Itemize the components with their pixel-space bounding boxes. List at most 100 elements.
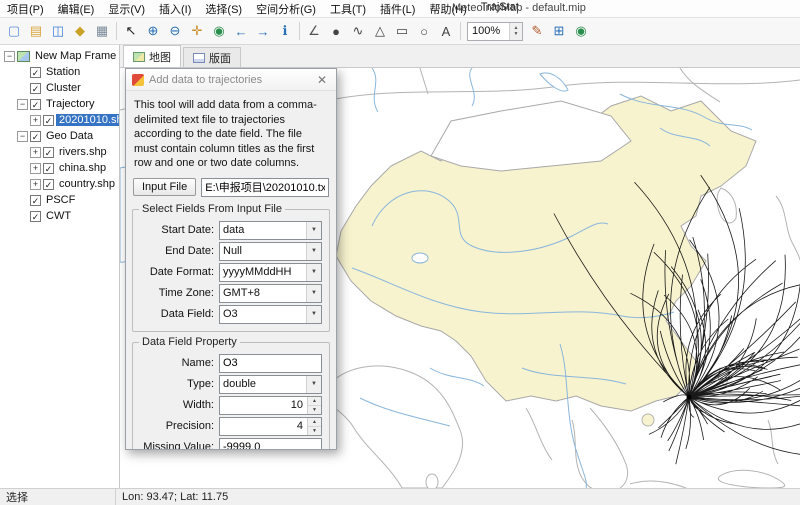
spin-down-icon[interactable]: ▼: [308, 406, 321, 414]
menu-bar: 项目(P)编辑(E)显示(V)插入(I)选择(S)空间分析(G)工具(T)插件(…: [0, 0, 800, 18]
field-label: Data Field:: [140, 308, 214, 320]
chevron-down-icon[interactable]: ▼: [306, 243, 321, 260]
precision-spinner[interactable]: 4▲▼: [219, 417, 322, 436]
zoom-in-icon[interactable]: ⊕: [142, 20, 164, 42]
chevron-down-icon[interactable]: ▼: [306, 306, 321, 323]
layer-checkbox[interactable]: ✓: [30, 99, 41, 110]
time-zone-select[interactable]: GMT+8▼: [219, 284, 322, 303]
tab-map[interactable]: 地图: [123, 45, 181, 67]
tree-item-station[interactable]: ✓Station: [0, 64, 119, 80]
attribute-table-icon[interactable]: ⊞: [548, 20, 570, 42]
globe-icon[interactable]: ◉: [570, 20, 592, 42]
full-extent-icon[interactable]: ◉: [208, 20, 230, 42]
pan-icon[interactable]: ✛: [186, 20, 208, 42]
tab-layout[interactable]: 版面: [183, 47, 241, 67]
tree-item-pscf[interactable]: ✓PSCF: [0, 192, 119, 208]
layer-label: Geo Data: [43, 130, 96, 142]
layer-checkbox[interactable]: ✓: [43, 115, 54, 126]
map-view[interactable]: Add data to trajectories ✕ This tool wil…: [120, 68, 800, 488]
tree-item-rivers-shp[interactable]: +✓rivers.shp: [0, 144, 119, 160]
expand-icon[interactable]: +: [30, 147, 41, 158]
tree-item-country-shp[interactable]: +✓country.shp: [0, 176, 119, 192]
menu-l[interactable]: 插件(L): [373, 1, 422, 17]
collapse-icon[interactable]: −: [4, 51, 15, 62]
layer-checkbox[interactable]: ✓: [30, 83, 41, 94]
layer-checkbox[interactable]: ✓: [43, 147, 54, 158]
add-layer-icon[interactable]: ◆: [69, 20, 91, 42]
field-label: Name:: [140, 357, 214, 369]
identify-icon[interactable]: ℹ: [274, 20, 296, 42]
tree-item-geo-data[interactable]: −✓Geo Data: [0, 128, 119, 144]
zoom-out-icon[interactable]: ⊖: [164, 20, 186, 42]
input-file-field[interactable]: [201, 178, 329, 197]
type-select[interactable]: double▼: [219, 375, 322, 394]
layer-label: 20201010.shp: [56, 114, 120, 126]
layer-checkbox[interactable]: ✓: [30, 195, 41, 206]
layer-checkbox[interactable]: ✓: [43, 163, 54, 174]
spin-down-icon[interactable]: ▼: [308, 427, 321, 435]
select-icon[interactable]: ↖: [120, 20, 142, 42]
add-data-dialog: Add data to trajectories ✕ This tool wil…: [125, 68, 337, 450]
remove-layer-icon[interactable]: ▦: [91, 20, 113, 42]
save-icon[interactable]: ◫: [47, 20, 69, 42]
polyline-tool-icon[interactable]: ∿: [347, 20, 369, 42]
expand-icon[interactable]: +: [30, 115, 41, 126]
chevron-down-icon[interactable]: ▼: [306, 264, 321, 281]
fields-group-title: Select Fields From Input File: [139, 203, 285, 215]
tree-root-map-frame[interactable]: −New Map Frame: [0, 48, 119, 64]
layer-checkbox[interactable]: ✓: [43, 179, 54, 190]
expand-icon[interactable]: +: [30, 179, 41, 190]
point-tool-icon[interactable]: ●: [325, 20, 347, 42]
close-icon[interactable]: ✕: [314, 73, 330, 87]
ellipse-tool-icon[interactable]: ○: [413, 20, 435, 42]
spin-up-icon[interactable]: ▲: [308, 418, 321, 427]
spin-up-icon[interactable]: ▲: [308, 397, 321, 406]
menu-s[interactable]: 选择(S): [198, 1, 249, 17]
open-folder-icon[interactable]: ▤: [25, 20, 47, 42]
tree-item-20201010-shp[interactable]: +✓20201010.shp: [0, 112, 119, 128]
end-date-select[interactable]: Null▼: [219, 242, 322, 261]
collapse-icon[interactable]: −: [17, 131, 28, 142]
menu-t[interactable]: 工具(T): [323, 1, 373, 17]
combo-value: O3: [220, 306, 306, 323]
edit-pencil-icon[interactable]: ✎: [526, 20, 548, 42]
zoom-level-select[interactable]: 100%▲▼: [467, 22, 523, 41]
rectangle-tool-icon[interactable]: ▭: [391, 20, 413, 42]
start-date-select[interactable]: data▼: [219, 221, 322, 240]
layer-label: country.shp: [56, 178, 118, 190]
dialog-titlebar[interactable]: Add data to trajectories ✕: [126, 69, 336, 91]
chevron-down-icon[interactable]: ▼: [306, 376, 321, 393]
chevron-down-icon[interactable]: ▼: [306, 222, 321, 239]
property-group: Data Field Property Name:Type:double▼Wid…: [132, 342, 330, 449]
spinner-arrows-icon[interactable]: ▲▼: [509, 23, 522, 40]
measure-icon[interactable]: ∠: [303, 20, 325, 42]
collapse-icon[interactable]: −: [17, 99, 28, 110]
name-input[interactable]: [219, 354, 322, 373]
tree-item-cluster[interactable]: ✓Cluster: [0, 80, 119, 96]
layer-checkbox[interactable]: ✓: [30, 131, 41, 142]
menu-g[interactable]: 空间分析(G): [249, 1, 323, 17]
text-tool-icon[interactable]: A: [435, 20, 457, 42]
input-file-button[interactable]: Input File: [133, 178, 196, 196]
tree-item-cwt[interactable]: ✓CWT: [0, 208, 119, 224]
layer-checkbox[interactable]: ✓: [30, 211, 41, 222]
zoom-previous-icon[interactable]: ←: [230, 20, 252, 42]
layer-checkbox[interactable]: ✓: [30, 67, 41, 78]
field-label: Width:: [140, 399, 214, 411]
menu-p[interactable]: 项目(P): [0, 1, 51, 17]
zoom-next-icon[interactable]: →: [252, 20, 274, 42]
date-format-select[interactable]: yyyyMMddHH▼: [219, 263, 322, 282]
width-spinner[interactable]: 10▲▼: [219, 396, 322, 415]
data-field-select[interactable]: O3▼: [219, 305, 322, 324]
polygon-tool-icon[interactable]: △: [369, 20, 391, 42]
expand-icon[interactable]: +: [30, 163, 41, 174]
chevron-down-icon[interactable]: ▼: [306, 285, 321, 302]
menu-e[interactable]: 编辑(E): [51, 1, 102, 17]
tree-item-trajectory[interactable]: −✓Trajectory: [0, 96, 119, 112]
menu-i[interactable]: 插入(I): [152, 1, 198, 17]
menu-v[interactable]: 显示(V): [101, 1, 152, 17]
fields-group: Select Fields From Input File Start Date…: [132, 209, 330, 332]
new-icon[interactable]: ▢: [3, 20, 25, 42]
tree-item-china-shp[interactable]: +✓china.shp: [0, 160, 119, 176]
missing-value-input[interactable]: [219, 438, 322, 449]
